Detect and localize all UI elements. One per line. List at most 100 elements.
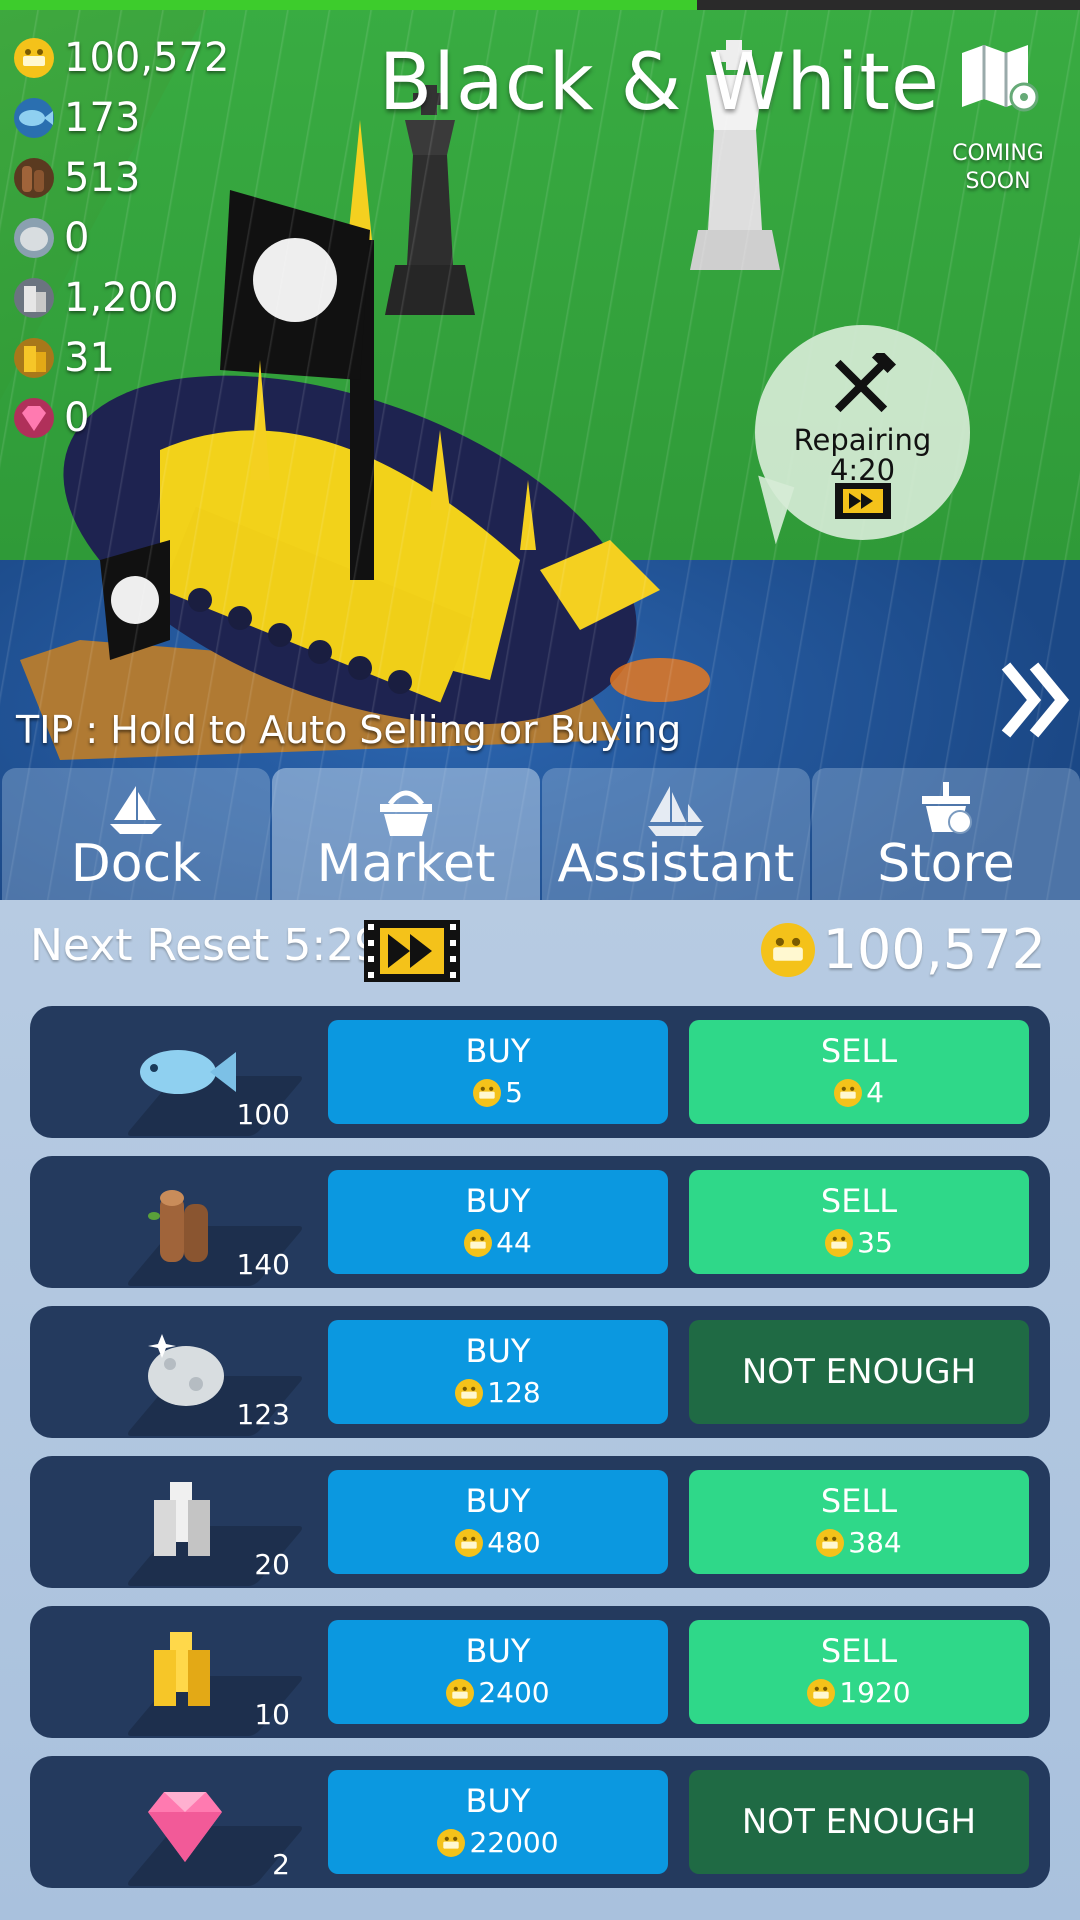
buy-button[interactable]: BUY 44: [328, 1170, 668, 1274]
price-value: 128: [487, 1376, 541, 1409]
coin-icon: [464, 1228, 493, 1257]
next-reset-label: Next Reset 5:29: [30, 920, 383, 971]
sell-button[interactable]: SELL 35: [689, 1170, 1029, 1274]
buy-price: 44: [328, 1226, 668, 1259]
gold-total: 100,572: [760, 918, 1046, 981]
resource-gold: 31: [14, 328, 229, 388]
item-quantity: 10: [254, 1698, 290, 1731]
resource-wood: 513: [14, 148, 229, 208]
market-row-fish: 100 BUY 5 SELL 4: [30, 1006, 1050, 1138]
tab-label: Dock: [70, 834, 202, 894]
sailboat-icon: [110, 786, 162, 834]
buy-price: 2400: [328, 1676, 668, 1709]
buy-button[interactable]: BUY 5: [328, 1020, 668, 1124]
video-ad-icon[interactable]: [835, 483, 891, 519]
basket-icon: [380, 790, 432, 836]
tab-label: Store: [877, 834, 1015, 894]
buy-button[interactable]: BUY 128: [328, 1320, 668, 1424]
market-row-stone: 123 BUY 128 NOT ENOUGH: [30, 1306, 1050, 1438]
resource-stone: 0: [14, 208, 229, 268]
resource-value: 1,200: [64, 275, 179, 321]
tab-market[interactable]: Market: [272, 768, 540, 900]
tab-label: Assistant: [557, 834, 795, 894]
sell-price: 384: [689, 1526, 1029, 1559]
resource-value: 513: [64, 155, 141, 201]
resource-value: 100,572: [64, 35, 230, 81]
sell-button[interactable]: SELL 384: [689, 1470, 1029, 1574]
tab-store[interactable]: Store: [812, 768, 1080, 900]
item-quantity: 123: [236, 1398, 290, 1431]
resource-fish: 173: [14, 88, 229, 148]
resource-value: 173: [64, 95, 141, 141]
item-quantity: 2: [272, 1848, 290, 1881]
map-icon[interactable]: [960, 45, 1040, 115]
double-chevron-right-icon[interactable]: [1000, 660, 1070, 740]
fleet-icon: [648, 786, 704, 836]
item-quantity: 100: [236, 1098, 290, 1131]
item-quantity: 140: [236, 1248, 290, 1281]
repair-bubble[interactable]: Repairing 4:20: [755, 325, 970, 540]
price-value: 384: [848, 1526, 902, 1559]
buy-button[interactable]: BUY 22000: [328, 1770, 668, 1874]
game-scene[interactable]: 100,572 173 513 0 1,200 31 0 Black & Whi…: [0, 0, 1080, 900]
island-title: Black & White: [378, 38, 940, 128]
tab-assistant[interactable]: Assistant: [542, 768, 810, 900]
sell-price: 1920: [689, 1676, 1029, 1709]
coin-icon: [455, 1528, 484, 1557]
buy-label: BUY: [465, 1782, 531, 1820]
resource-value: 31: [64, 335, 115, 381]
price-value: 35: [857, 1226, 893, 1259]
buy-button[interactable]: BUY 480: [328, 1470, 668, 1574]
market-row-wood: 140 BUY 44 SELL 35: [30, 1156, 1050, 1288]
coin-icon: [455, 1378, 484, 1407]
price-value: 2400: [478, 1676, 550, 1709]
resource-silver: 1,200: [14, 268, 229, 328]
sell-label: SELL: [820, 1182, 898, 1220]
tip-text: TIP : Hold to Auto Selling or Buying: [16, 708, 682, 752]
sell-label: SELL: [820, 1032, 898, 1070]
sell-label: SELL: [820, 1482, 898, 1520]
coin-icon: [807, 1678, 836, 1707]
not-enough-button[interactable]: NOT ENOUGH: [689, 1770, 1029, 1874]
repair-timer: 4:20: [829, 453, 896, 487]
video-ad-icon[interactable]: [364, 920, 460, 982]
buy-label: BUY: [465, 1482, 531, 1520]
buy-price: 480: [328, 1526, 668, 1559]
market-row-gold: 10 BUY 2400 SELL 1920: [30, 1606, 1050, 1738]
not-enough-button[interactable]: NOT ENOUGH: [689, 1320, 1029, 1424]
wood-icon: [14, 158, 54, 198]
buy-price: 128: [328, 1376, 668, 1409]
coming-soon-label: COMING SOON: [952, 141, 1044, 194]
price-value: 44: [496, 1226, 532, 1259]
sell-button[interactable]: SELL 1920: [689, 1620, 1029, 1724]
fish-icon: [14, 98, 54, 138]
sell-price: 35: [689, 1226, 1029, 1259]
gem-icon: [14, 398, 54, 438]
sell-button[interactable]: SELL 4: [689, 1020, 1029, 1124]
coin-icon: [760, 922, 815, 977]
coin-icon: [14, 38, 54, 78]
price-value: 480: [487, 1526, 541, 1559]
buy-label: BUY: [465, 1632, 531, 1670]
price-value: 22000: [469, 1826, 559, 1859]
tab-dock[interactable]: Dock: [2, 768, 270, 900]
price-value: 1920: [839, 1676, 911, 1709]
buy-button[interactable]: BUY 2400: [328, 1620, 668, 1724]
sell-label: SELL: [820, 1632, 898, 1670]
buy-label: BUY: [465, 1332, 531, 1370]
not-enough-label: NOT ENOUGH: [741, 1352, 977, 1392]
progress-fill: [0, 0, 697, 10]
coin-icon: [816, 1528, 845, 1557]
store-basket-icon: [922, 782, 972, 834]
coin-icon: [446, 1678, 475, 1707]
coin-icon: [473, 1078, 502, 1107]
tab-label: Market: [316, 834, 496, 894]
gold-bar-icon: [14, 338, 54, 378]
buy-price: 22000: [328, 1826, 668, 1859]
gold-total-value: 100,572: [822, 918, 1046, 981]
resource-value: 0: [64, 395, 90, 441]
coin-icon: [834, 1078, 863, 1107]
resource-list: 100,572 173 513 0 1,200 31 0: [14, 28, 229, 448]
resource-value: 0: [64, 215, 90, 261]
price-value: 5: [505, 1076, 523, 1109]
